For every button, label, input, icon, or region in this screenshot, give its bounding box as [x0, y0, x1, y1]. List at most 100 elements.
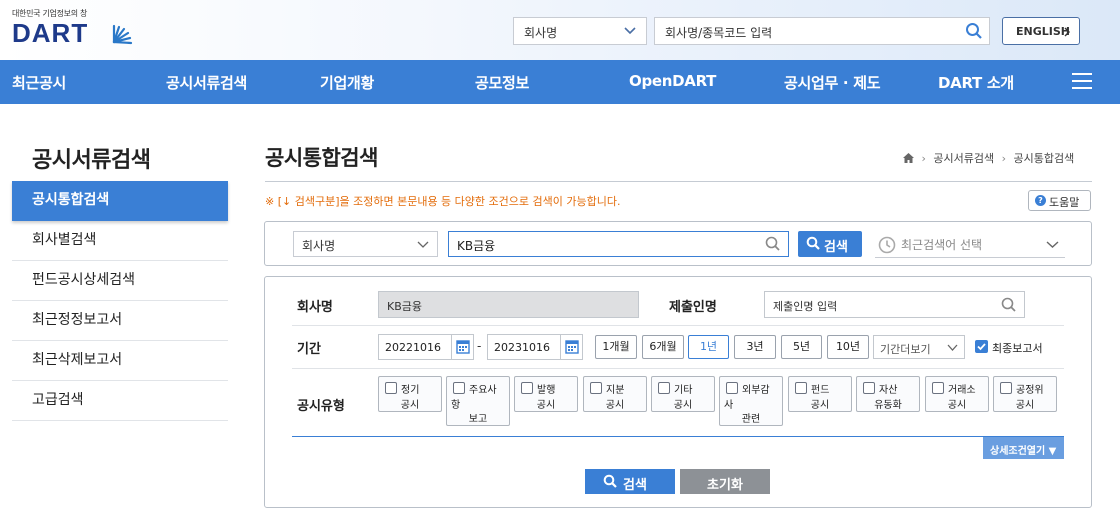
english-button[interactable]: ENGLISH: [1002, 17, 1080, 45]
detail-divider: [292, 436, 1064, 437]
history-clock-icon: [878, 236, 896, 254]
sidebar-item-advanced-search[interactable]: 고급검색: [12, 381, 228, 421]
checkbox-box: [795, 382, 807, 394]
breadcrumb-item[interactable]: 공시서류검색: [933, 152, 994, 165]
nav-item-recent[interactable]: 최근공시: [12, 72, 66, 93]
nav-item-rules[interactable]: 공시업무 · 제도: [784, 72, 881, 93]
top-search-type-select[interactable]: 회사명: [513, 17, 647, 45]
detail-toggle-label: 상세조건열기 ▼: [990, 446, 1057, 457]
type-label-line: 발행: [537, 385, 556, 396]
nav-item-opendart[interactable]: OpenDART: [629, 72, 716, 90]
period-1-year-button[interactable]: 1년: [688, 335, 729, 359]
period-3-year-button[interactable]: 3년: [734, 335, 776, 359]
nav-item-search[interactable]: 공시서류검색: [166, 72, 247, 93]
sidebar-item-recent-deletions[interactable]: 최근삭제보고서: [12, 341, 228, 381]
hamburger-menu-icon[interactable]: [1072, 73, 1092, 89]
search-icon: [806, 236, 820, 250]
type-exchange-checkbox[interactable]: 거래소 공시: [925, 376, 989, 412]
type-audit-checkbox[interactable]: 외부감 사 관련: [719, 376, 783, 426]
type-label-line: 펀드: [811, 385, 830, 396]
type-label-line: 공시: [536, 400, 556, 411]
checkbox-box: [658, 382, 670, 394]
company-readonly-field: KB금융: [378, 291, 639, 318]
type-equity-checkbox[interactable]: 지분 공시: [583, 376, 647, 412]
type-major-checkbox[interactable]: 주요사 항 보고: [446, 376, 510, 426]
nav-item-offering[interactable]: 공모정보: [475, 72, 529, 93]
company-search-value: KB금융: [457, 239, 496, 253]
company-search-input[interactable]: KB금융: [448, 231, 789, 257]
row-divider: [292, 368, 1064, 369]
recent-search-select[interactable]: 최근검색어 선택: [875, 232, 1065, 258]
reset-button[interactable]: 초기화: [680, 469, 770, 494]
type-label-line: 자산: [879, 385, 898, 396]
chevron-down-icon: [947, 344, 958, 351]
top-header: 대한민국 기업정보의 창 DART 회사명 회사명/종목코드 입력 ENGLIS…: [0, 0, 1120, 60]
filter-panel: 회사명 KB금융 제출인명 제출인명 입력 기간 20221016 - 2023…: [264, 276, 1092, 508]
checkbox-box: [385, 382, 397, 394]
submitter-input[interactable]: 제출인명 입력: [764, 291, 1025, 318]
type-label-line: 외부감: [742, 385, 770, 396]
search-type-select[interactable]: 회사명: [293, 231, 438, 257]
chevron-right-icon: [1064, 27, 1070, 37]
sidebar-item-company-search[interactable]: 회사별검색: [12, 221, 228, 261]
type-label-line: 공시: [400, 400, 420, 411]
checkmark-icon: [977, 343, 986, 351]
checkbox-box: [590, 382, 602, 394]
type-label-line: 관련: [741, 414, 761, 425]
search-notice: ※ [↓ 검색구분]을 조정하면 본문내용 등 다양한 조건으로 검색이 가능합…: [265, 195, 621, 208]
home-icon[interactable]: [903, 153, 914, 163]
calendar-icon[interactable]: [451, 335, 473, 359]
main-nav: 최근공시 공시서류검색 기업개황 공모정보 OpenDART 공시업무 · 제도…: [0, 60, 1120, 104]
type-label-line: 기타: [674, 385, 693, 396]
period-1-month-button[interactable]: 1개월: [595, 335, 637, 359]
period-10-year-button[interactable]: 10년: [827, 335, 869, 359]
dart-logo[interactable]: 대한민국 기업정보의 창 DART: [12, 8, 142, 48]
reset-label: 초기화: [707, 478, 743, 493]
bottom-search-button[interactable]: 검색: [585, 469, 675, 494]
help-label: 도움말: [1049, 196, 1080, 209]
sidebar-item-fund-search[interactable]: 펀드공시상세검색: [12, 261, 228, 301]
logo-wordmark: DART: [12, 18, 89, 48]
sidebar-item-recent-corrections[interactable]: 최근정정보고서: [12, 301, 228, 341]
calendar-icon[interactable]: [560, 335, 582, 359]
date-to-input[interactable]: 20231016: [487, 334, 583, 360]
search-icon[interactable]: [1000, 296, 1018, 314]
period-6-month-button[interactable]: 6개월: [642, 335, 684, 359]
final-report-checkbox[interactable]: [975, 340, 988, 353]
type-abs-checkbox[interactable]: 자산 유동화: [856, 376, 920, 412]
chevron-down-icon: [1046, 241, 1059, 248]
search-icon[interactable]: [764, 235, 782, 253]
type-label-line: 공정위: [1016, 385, 1044, 396]
period-5-year-button[interactable]: 5년: [781, 335, 822, 359]
type-other-checkbox[interactable]: 기타 공시: [651, 376, 715, 412]
type-label-line: 주요사: [469, 385, 497, 396]
company-readonly-value: KB금융: [387, 300, 422, 313]
type-label-line: 지분: [606, 385, 625, 396]
checkbox-box: [863, 382, 875, 394]
nav-item-about[interactable]: DART 소개: [938, 72, 1014, 93]
sidebar-item-integrated-search[interactable]: 공시통합검색: [12, 181, 228, 221]
help-button[interactable]: ? 도움말: [1028, 190, 1091, 211]
bottom-search-label: 검색: [623, 478, 647, 493]
nav-item-company[interactable]: 기업개황: [320, 72, 374, 93]
detail-toggle-button[interactable]: 상세조건열기 ▼: [983, 437, 1064, 459]
checkbox-box: [932, 382, 944, 394]
type-label-line: 공시: [947, 400, 967, 411]
period-more-select[interactable]: 기간더보기: [873, 335, 965, 359]
type-label-line: 공시: [605, 400, 625, 411]
submitter-label: 제출인명: [669, 300, 717, 315]
breadcrumb-separator: ›: [921, 152, 926, 165]
top-search-input[interactable]: 회사명/종목코드 입력: [654, 17, 990, 45]
final-report-label: 최종보고서: [992, 342, 1043, 355]
type-issue-checkbox[interactable]: 발행 공시: [514, 376, 578, 412]
type-regular-checkbox[interactable]: 정기 공시: [378, 376, 442, 412]
search-icon[interactable]: [965, 22, 983, 40]
type-label-line: 보고: [468, 414, 488, 425]
type-ftc-checkbox[interactable]: 공정위 공시: [993, 376, 1057, 412]
type-fund-checkbox[interactable]: 펀드 공시: [788, 376, 852, 412]
breadcrumb: › 공시서류검색 › 공시통합검색: [903, 150, 1074, 166]
type-label-line: 정기: [401, 385, 420, 396]
search-button[interactable]: 검색: [798, 231, 862, 257]
date-to-value: 20231016: [494, 341, 550, 354]
date-from-input[interactable]: 20221016: [378, 334, 474, 360]
